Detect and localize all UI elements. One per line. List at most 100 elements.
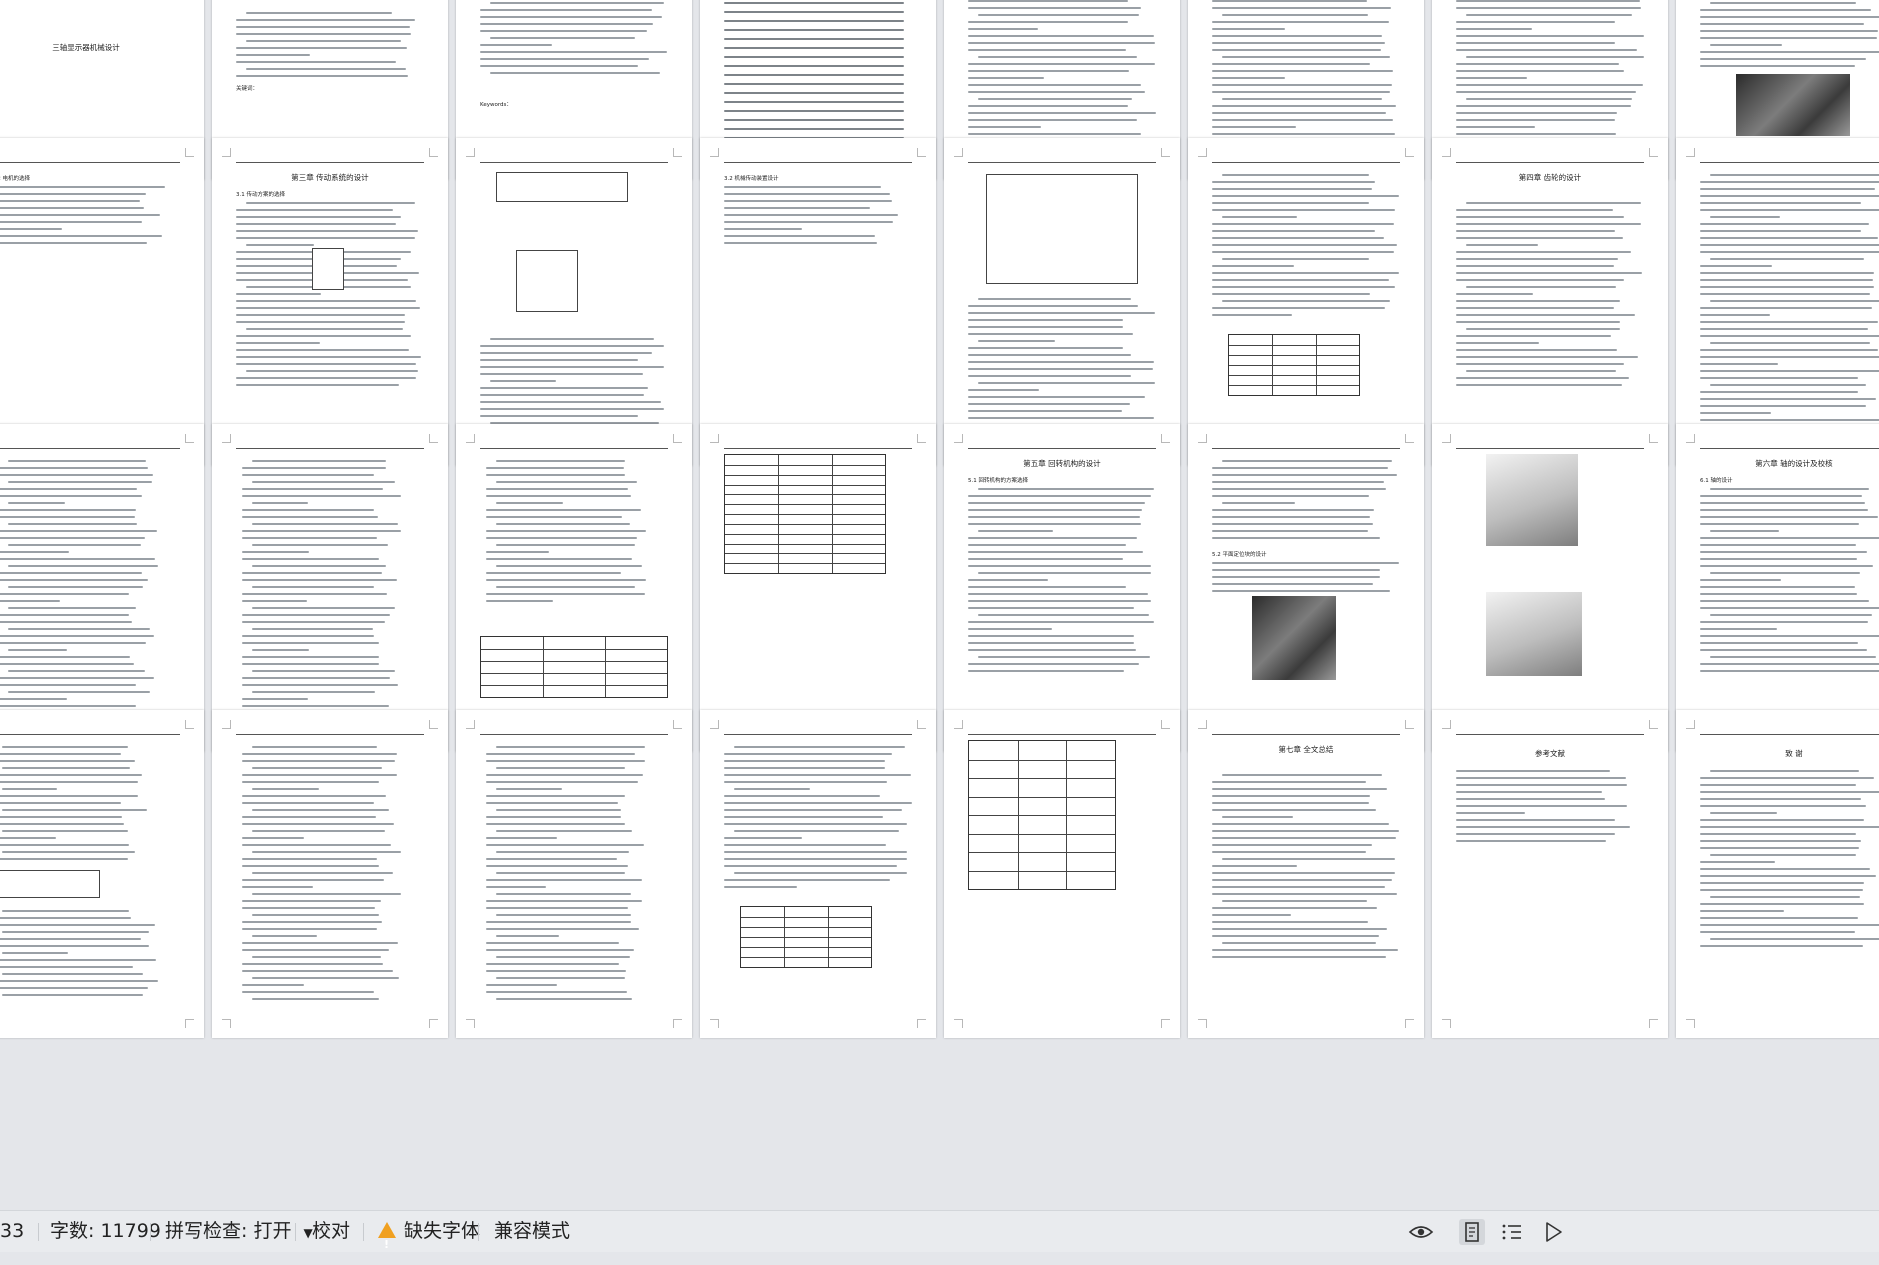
text-line [1456,126,1536,128]
text-line [1212,495,1369,497]
document-page[interactable]: 第六章 轴的设计及校核 6.1 轴的设计 [1676,424,1879,752]
text-line [480,345,665,347]
document-page[interactable] [212,424,448,752]
header-rule [0,734,180,735]
document-page[interactable]: 2.2 电机的选择 [0,138,204,466]
table-col-rule [1315,335,1317,395]
text-line [1222,300,1391,302]
document-page[interactable] [0,710,204,1038]
table-col-rule [1017,741,1019,889]
document-page-grid[interactable]: 三轴显示器机械设计关键词： Keywords： 2.2 电机的选择 第三章 传动系统的… [0,0,1879,1210]
text-line [1212,516,1370,518]
document-page[interactable] [700,424,936,752]
text-line [1456,91,1636,93]
table-row-rule [1229,365,1359,366]
crop-mark [1198,1019,1207,1028]
text-line [236,349,410,351]
document-page[interactable]: 致 谢 [1676,710,1879,1038]
document-page[interactable]: 第五章 回转机构的设计 5.1 回转机构的方案选择 [944,424,1180,752]
text-line [1710,342,1870,344]
text-line [252,565,386,567]
document-page[interactable] [456,424,692,752]
spell-check-button[interactable]: 拼写检查: 打开 ▼ [165,1211,313,1252]
table-row-rule [969,870,1115,872]
document-page[interactable] [0,424,204,752]
text-line [1700,502,1866,504]
text-line [968,593,1148,595]
play-icon[interactable] [1540,1219,1566,1245]
document-page[interactable] [944,138,1180,466]
text-line [968,84,1141,86]
text-line [486,907,629,909]
document-page[interactable]: 参考文献 [1432,710,1668,1038]
document-page[interactable]: 第四章 齿轮的设计 [1432,138,1668,466]
text-line [490,37,635,39]
table-row-rule [481,673,667,674]
document-page[interactable] [944,710,1180,1038]
text-line [0,816,123,818]
toc-entry [724,38,904,40]
document-page[interactable] [1676,138,1879,466]
text-line [0,614,130,616]
document-page[interactable] [456,710,692,1038]
text-line [968,502,1146,504]
chapter-title: 第三章 传动系统的设计 [291,173,369,182]
text-line [2,788,57,790]
text-line [968,126,1041,128]
text-line [734,872,908,874]
text-line [1710,770,1859,772]
text-line [242,963,384,965]
document-page[interactable] [1432,424,1668,752]
text-line [8,691,150,693]
section-heading: 6.1 轴的设计 [1700,478,1733,484]
text-line [1456,377,1629,379]
word-count[interactable]: 字数: 11799 [50,1211,161,1252]
outline-view-icon[interactable] [1499,1219,1525,1245]
text-line [236,342,321,344]
document-page[interactable] [212,710,448,1038]
crop-mark [954,1019,963,1028]
data-table [968,740,1116,890]
chapter-title: 第四章 齿轮的设计 [1518,173,1582,182]
document-page[interactable] [1188,138,1424,466]
eye-icon[interactable] [1408,1219,1434,1245]
text-line [1212,562,1399,564]
text-line [0,917,132,919]
document-page[interactable] [456,138,692,466]
text-line [724,795,881,797]
text-line [0,579,148,581]
crop-mark [710,148,719,157]
proofread-button[interactable]: 校对 [312,1211,350,1252]
divider [363,1223,364,1241]
table-col-rule [784,907,786,967]
table-col-rule [827,907,829,967]
text-line [0,235,162,237]
document-page[interactable]: 第七章 全文总结 [1188,710,1424,1038]
document-page[interactable]: 3.2 机械传动装置设计 [700,138,936,466]
page-indicator[interactable]: 33 [0,1211,24,1252]
page-view-icon[interactable] [1459,1219,1485,1245]
compat-mode-label[interactable]: 兼容模式 [494,1211,570,1252]
text-line [1700,628,1778,630]
text-line [724,753,893,755]
text-line [1212,42,1385,44]
text-line [252,893,401,895]
crop-mark [466,148,475,157]
text-line [968,663,1140,665]
text-line [242,677,390,679]
missing-fonts-button[interactable]: 缺失字体 [378,1211,480,1265]
document-page[interactable]: 5.2 平面定位块的设计 [1188,424,1424,752]
document-page[interactable] [700,710,936,1038]
text-line [1212,28,1285,30]
text-line [1212,181,1376,183]
text-line [1700,349,1879,351]
toc-entry [724,2,904,4]
text-line [490,72,660,74]
text-line [236,363,417,365]
text-line [0,837,56,839]
document-page[interactable]: 第三章 传动系统的设计 3.1 传动方案的选择 [212,138,448,466]
text-line [486,928,639,930]
acknowledgement-title: 致 谢 [1785,749,1803,758]
header-rule [968,448,1156,449]
text-line [1212,188,1373,190]
